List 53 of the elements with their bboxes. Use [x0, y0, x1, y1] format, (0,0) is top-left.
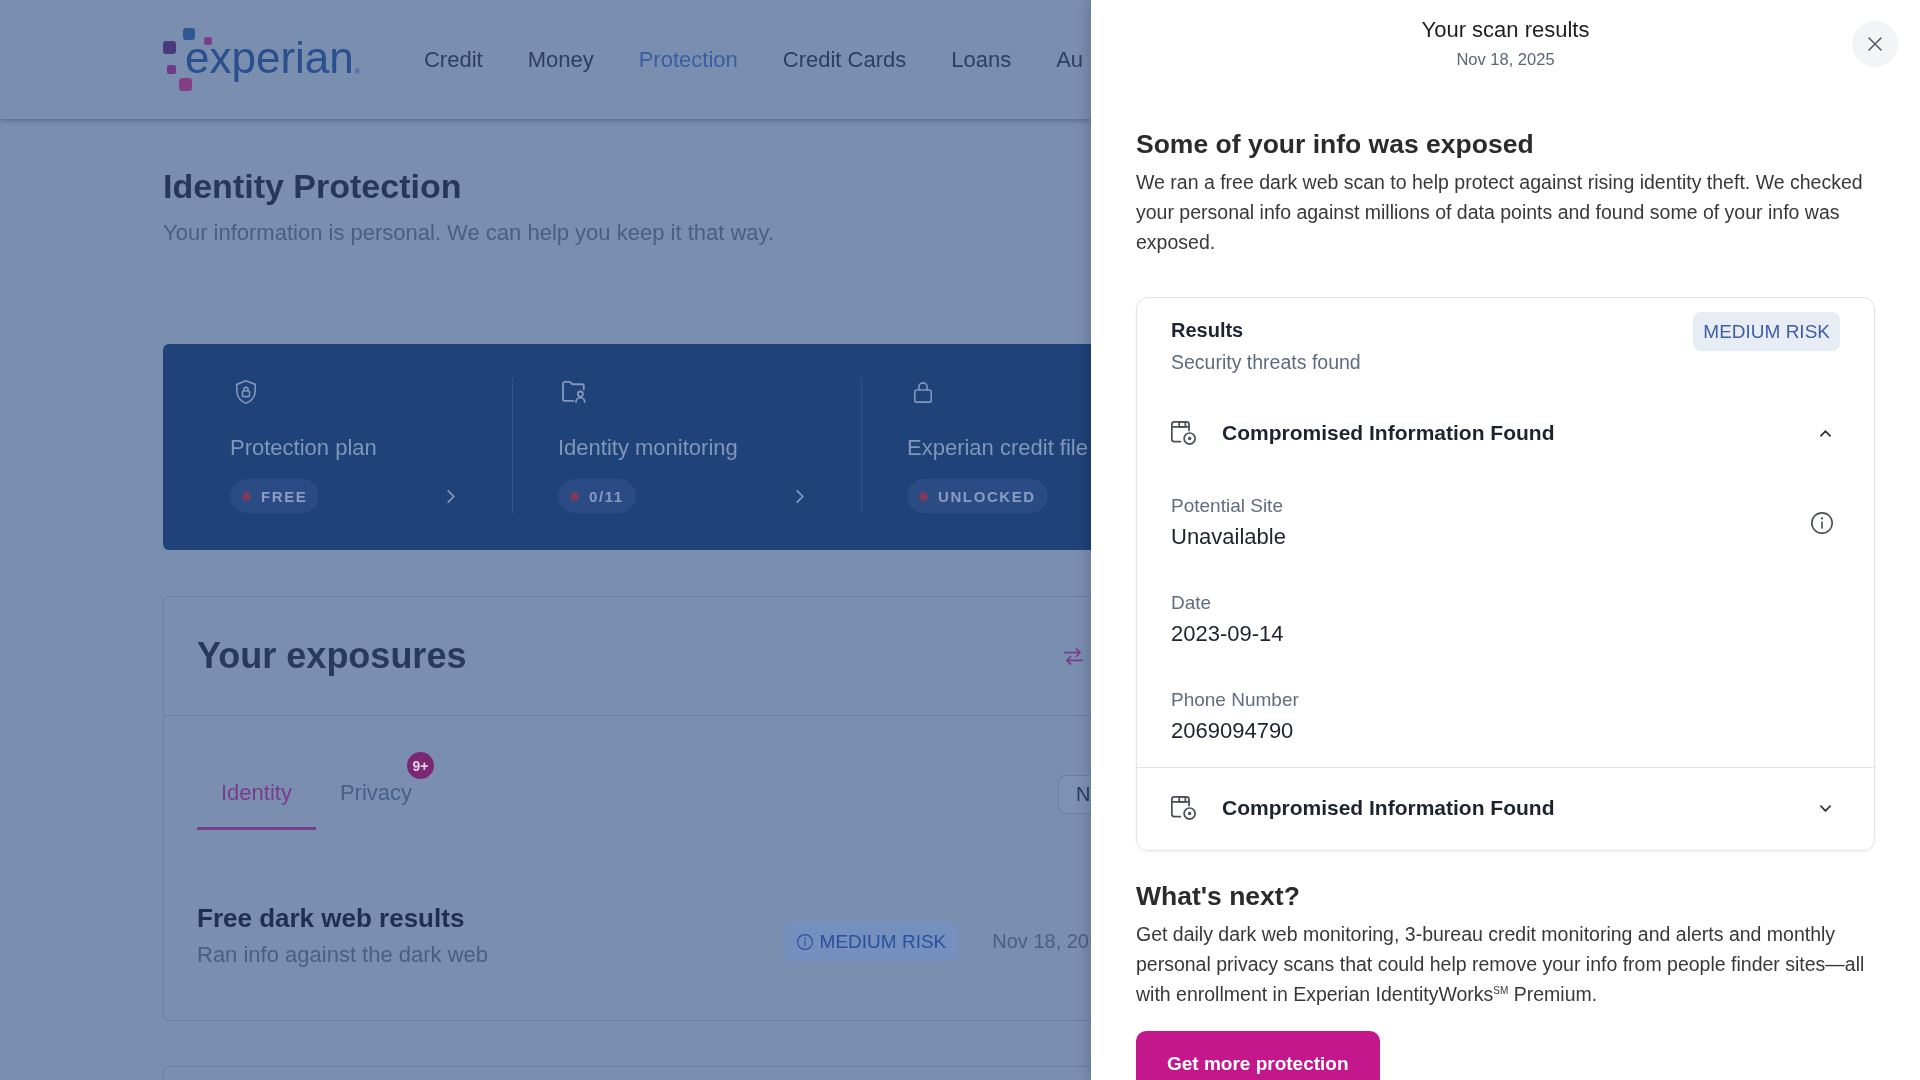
field-label: Date: [1171, 591, 1213, 615]
lock-icon: [914, 381, 932, 403]
summary-label: Protection plan: [230, 434, 377, 462]
nav-link[interactable]: Protection: [638, 45, 738, 74]
risk-label: MEDIUM RISK: [819, 930, 947, 953]
swap-arrows-icon[interactable]: [1064, 647, 1083, 665]
chevron-right-icon[interactable]: [796, 489, 804, 503]
nav-link[interactable]: Credit: [423, 45, 483, 74]
field-value: 2069094790: [1171, 717, 1295, 745]
section-title: Your exposures: [197, 635, 467, 677]
close-button[interactable]: [1852, 21, 1898, 67]
status-dot-icon: [242, 491, 251, 501]
logo-wordmark[interactable]: experian: [185, 36, 354, 80]
next-heading: What's next?: [1136, 880, 1301, 913]
scan-date: Nov 18, 2025: [1456, 49, 1555, 69]
field-label: Potential Site: [1171, 494, 1284, 518]
browser-eye-icon: [1171, 421, 1196, 445]
status-label: UNLOCKED: [938, 487, 1036, 505]
status-dot-icon: [919, 491, 928, 501]
status-label: 0/11: [589, 487, 624, 505]
status-label: FREE: [261, 487, 308, 505]
nav-link[interactable]: Au: [1056, 45, 1084, 74]
drawer-title: Your scan results: [1421, 16, 1590, 44]
section-toggle[interactable]: Compromised Information Found: [1137, 403, 1874, 463]
field-value: 2023-09-14: [1171, 620, 1284, 648]
field-label: Phone Number: [1171, 688, 1299, 712]
nav-link[interactable]: Money: [527, 45, 594, 74]
tab[interactable]: Identity: [197, 758, 316, 830]
browser-eye-icon: [1171, 796, 1196, 820]
get-protection-button[interactable]: Get more protection: [1136, 1031, 1380, 1080]
nav-link[interactable]: Credit Cards: [782, 45, 907, 74]
nav-link[interactable]: Loans: [951, 45, 1012, 74]
result-title: Free dark web results: [197, 902, 466, 934]
status-dot-icon: [570, 491, 579, 501]
summary-label: Identity monitoring: [558, 434, 738, 462]
folder-user-icon: [562, 381, 586, 403]
summary-label: Experian credit file: [907, 434, 1088, 462]
results-subtitle: Security threats found: [1171, 350, 1361, 375]
next-description: Get daily dark web monitoring, 3-bureau credit monitoring and alerts and monthly personal privacy scans that could help remove your info from people finder sites—all with enrollment in Experian IdentityWorks$^{SM}$ Premium.: [1136, 922, 1866, 1007]
filter-button[interactable]: N: [1058, 774, 1091, 814]
count-badge: 9+: [407, 752, 435, 779]
risk-badge: MEDIUM RISK: [1693, 312, 1840, 351]
section-toggle[interactable]: Compromised Information Found: [1137, 778, 1874, 838]
close-icon: [1868, 37, 1882, 51]
results-title: Results: [1171, 318, 1245, 343]
page-title: Identity Protection: [163, 166, 462, 206]
chevron-right-icon[interactable]: [447, 489, 455, 503]
exposed-description: We ran a free dark web scan to help protect against rising identity theft. We checked your personal info against millions of data points and found some of your info was exposed.: [1136, 170, 1864, 255]
info-icon: [796, 933, 813, 950]
shield-lock-icon: [236, 380, 256, 404]
info-icon[interactable]: [1811, 511, 1833, 534]
exposed-heading: Some of your info was exposed: [1136, 128, 1535, 161]
field-value: Unavailable: [1171, 523, 1286, 551]
